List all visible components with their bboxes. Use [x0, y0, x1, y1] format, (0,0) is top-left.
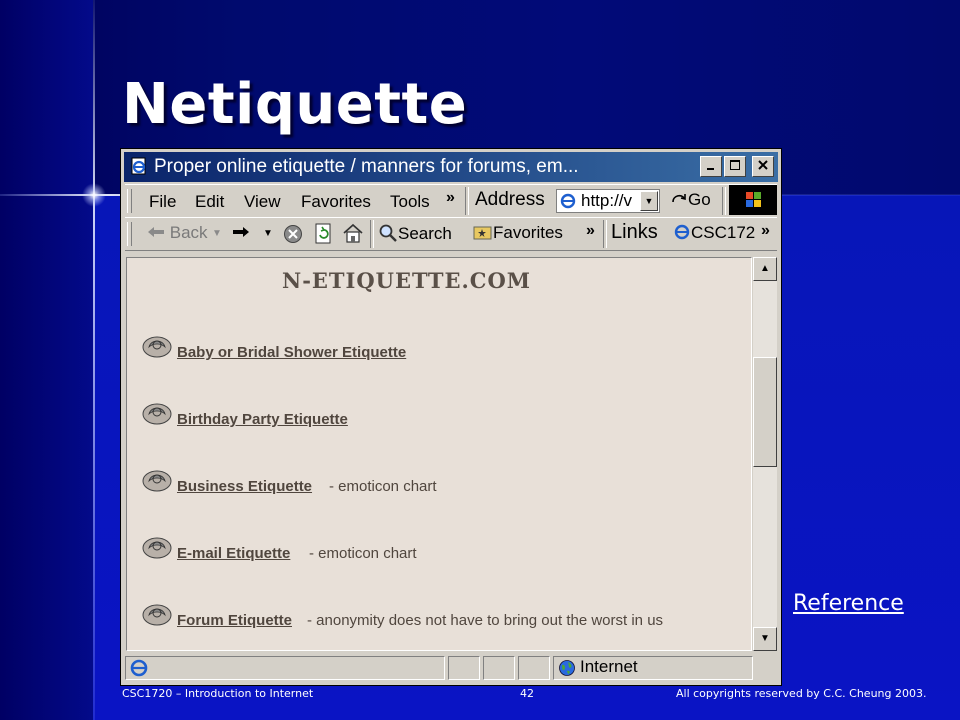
favorites-button[interactable]: Favorites	[473, 223, 563, 243]
status-cell	[483, 656, 515, 680]
address-value: http://v	[581, 191, 633, 210]
scroll-up-button[interactable]: ▲	[753, 257, 777, 281]
toolbar-grip[interactable]	[127, 222, 132, 246]
status-zone: Internet	[553, 656, 753, 680]
link-label: Business Etiquette	[177, 478, 313, 495]
forward-arrow-icon	[233, 227, 249, 237]
stop-icon[interactable]	[283, 224, 303, 244]
go-button[interactable]: Go	[670, 190, 711, 210]
browser-window: Proper online etiquette / manners for fo…	[120, 148, 782, 686]
search-label: Search	[398, 224, 452, 243]
globe-icon	[559, 660, 575, 676]
favorites-label: Favorites	[493, 223, 563, 242]
toolbar-separator	[603, 220, 607, 248]
link-birthday-party[interactable]: Birthday Party Etiquette	[177, 411, 348, 428]
home-icon[interactable]	[342, 223, 364, 243]
forward-dropdown-icon[interactable]: ▼	[263, 228, 273, 239]
menu-file[interactable]: File	[149, 192, 176, 212]
minimize-button[interactable]	[700, 156, 722, 177]
search-icon	[379, 224, 397, 242]
decorative-vertical-line	[93, 0, 95, 720]
scroll-down-button[interactable]: ▼	[753, 627, 777, 651]
menu-address-bar: File Edit View Favorites Tools » Address…	[125, 184, 777, 218]
go-label: Go	[688, 190, 711, 209]
close-icon	[758, 160, 768, 170]
ie-page-icon	[560, 193, 576, 209]
link-note: - anonymity does not have to bring out t…	[307, 612, 664, 629]
status-cell	[518, 656, 550, 680]
ie-page-icon	[131, 157, 146, 175]
scroll-thumb[interactable]	[753, 357, 777, 467]
footer-course: CSC1720 – Introduction to Internet	[122, 687, 314, 700]
back-dropdown-icon[interactable]: ▼	[212, 228, 222, 239]
refresh-icon[interactable]	[313, 223, 333, 245]
back-arrow-icon	[148, 227, 164, 237]
rose-bullet-icon	[142, 604, 172, 626]
links-label: Links	[611, 221, 658, 243]
toolbar-more-chevron[interactable]: »	[586, 222, 595, 240]
status-main	[125, 656, 445, 680]
slide-background-left	[0, 0, 93, 720]
rose-bullet-icon	[142, 336, 172, 358]
go-arrow-icon	[672, 194, 686, 203]
toolbar-separator	[370, 220, 374, 248]
window-title: Proper online etiquette / manners for fo…	[154, 156, 579, 177]
maximize-icon	[730, 160, 740, 170]
address-input[interactable]: http://v ▼	[556, 189, 660, 213]
ie-page-icon	[130, 659, 148, 677]
menu-view[interactable]: View	[244, 192, 281, 212]
rose-bullet-icon	[142, 403, 172, 425]
back-label: Back	[169, 223, 208, 242]
favorites-folder-icon	[473, 226, 492, 240]
link-baby-bridal-shower[interactable]: Baby or Bridal Shower Etiquette	[177, 344, 406, 361]
address-label: Address	[475, 189, 545, 210]
address-dropdown-button[interactable]: ▼	[640, 191, 658, 211]
site-title: N-ETIQUETTE.COM	[282, 268, 532, 293]
ie-page-icon	[674, 224, 690, 240]
minimize-icon	[707, 168, 714, 170]
browser-titlebar[interactable]: Proper online etiquette / manners for fo…	[124, 152, 778, 182]
page-content: N-ETIQUETTE.COM Baby or Bridal Shower Et…	[126, 257, 752, 651]
forward-button[interactable]	[232, 223, 250, 243]
slide-title: Netiquette	[122, 72, 468, 137]
links-item-label: CSC172	[691, 223, 756, 242]
close-button[interactable]	[752, 156, 774, 177]
link-note: - emoticon chart	[309, 545, 417, 562]
link-label: Birthday Party Etiquette	[177, 411, 348, 428]
link-label: Baby or Bridal Shower Etiquette	[177, 344, 407, 361]
search-button[interactable]: Search	[378, 223, 452, 244]
link-forum[interactable]: Forum Etiquette	[177, 612, 292, 629]
link-label: Forum Etiquette	[177, 612, 292, 629]
toolbar-separator	[722, 187, 726, 215]
status-zone-label: Internet	[580, 657, 638, 676]
toolbar-grip[interactable]	[127, 189, 132, 213]
menu-more-chevron[interactable]: »	[446, 189, 455, 207]
windows-logo-icon	[729, 185, 777, 215]
toolbar-separator	[465, 187, 469, 215]
links-item-csc172[interactable]: CSC172	[673, 223, 755, 243]
link-email[interactable]: E-mail Etiquette	[177, 545, 290, 562]
link-note: - emoticon chart	[329, 478, 437, 495]
back-button[interactable]: Back	[147, 223, 208, 243]
rose-bullet-icon	[142, 537, 172, 559]
status-cell	[448, 656, 480, 680]
footer-copyright: All copyrights reserved by C.C. Cheung 2…	[676, 687, 927, 700]
menu-favorites[interactable]: Favorites	[301, 192, 371, 212]
footer-page-number: 42	[520, 687, 534, 700]
link-label: E-mail Etiquette	[177, 545, 291, 562]
menu-tools[interactable]: Tools	[390, 192, 430, 212]
menu-edit[interactable]: Edit	[195, 192, 224, 212]
links-more-chevron[interactable]: »	[761, 222, 770, 240]
reference-link[interactable]: Reference	[793, 591, 904, 616]
rose-bullet-icon	[142, 470, 172, 492]
link-business[interactable]: Business Etiquette	[177, 478, 312, 495]
sparkle-icon	[82, 183, 106, 207]
standard-toolbar: Back ▼ ▼ Search Favorites » Links CSC172…	[125, 217, 777, 251]
vertical-scrollbar[interactable]: ▲ ▼	[753, 257, 777, 651]
maximize-button[interactable]	[724, 156, 746, 177]
status-bar: Internet	[125, 654, 777, 682]
